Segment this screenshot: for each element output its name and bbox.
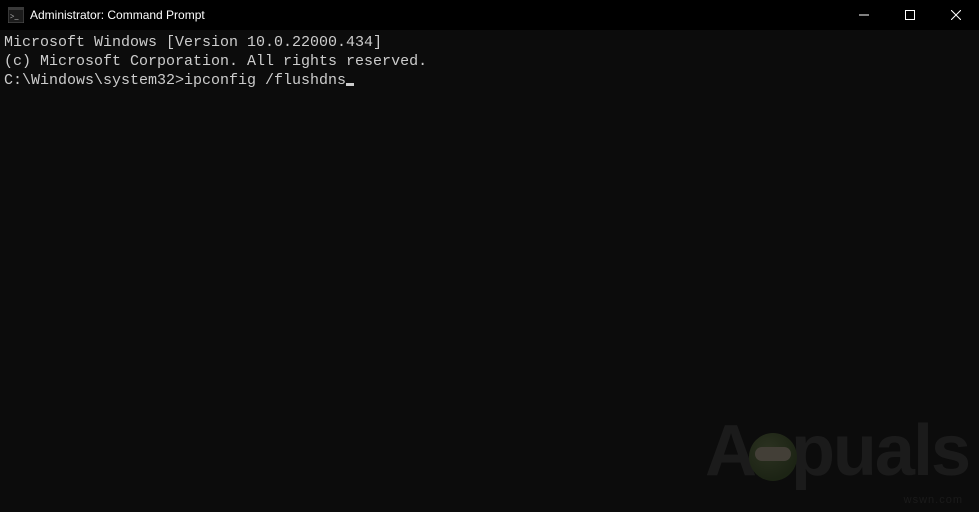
- prompt-line: C:\Windows\system32>ipconfig /flushdns: [4, 72, 975, 91]
- cmd-icon: >_: [8, 7, 24, 23]
- command-prompt-window: >_ Administrator: Command Prompt Microso…: [0, 0, 979, 512]
- version-line: Microsoft Windows [Version 10.0.22000.43…: [4, 34, 975, 53]
- window-title: Administrator: Command Prompt: [30, 8, 205, 22]
- titlebar[interactable]: >_ Administrator: Command Prompt: [0, 0, 979, 30]
- close-button[interactable]: [933, 0, 979, 30]
- titlebar-left: >_ Administrator: Command Prompt: [8, 7, 205, 23]
- terminal-body[interactable]: Microsoft Windows [Version 10.0.22000.43…: [0, 30, 979, 512]
- minimize-button[interactable]: [841, 0, 887, 30]
- svg-text:>_: >_: [10, 12, 20, 21]
- typed-command: ipconfig /flushdns: [184, 72, 346, 91]
- maximize-button[interactable]: [887, 0, 933, 30]
- window-controls: [841, 0, 979, 30]
- text-cursor: [346, 83, 354, 86]
- prompt-path: C:\Windows\system32>: [4, 72, 184, 91]
- copyright-line: (c) Microsoft Corporation. All rights re…: [4, 53, 975, 72]
